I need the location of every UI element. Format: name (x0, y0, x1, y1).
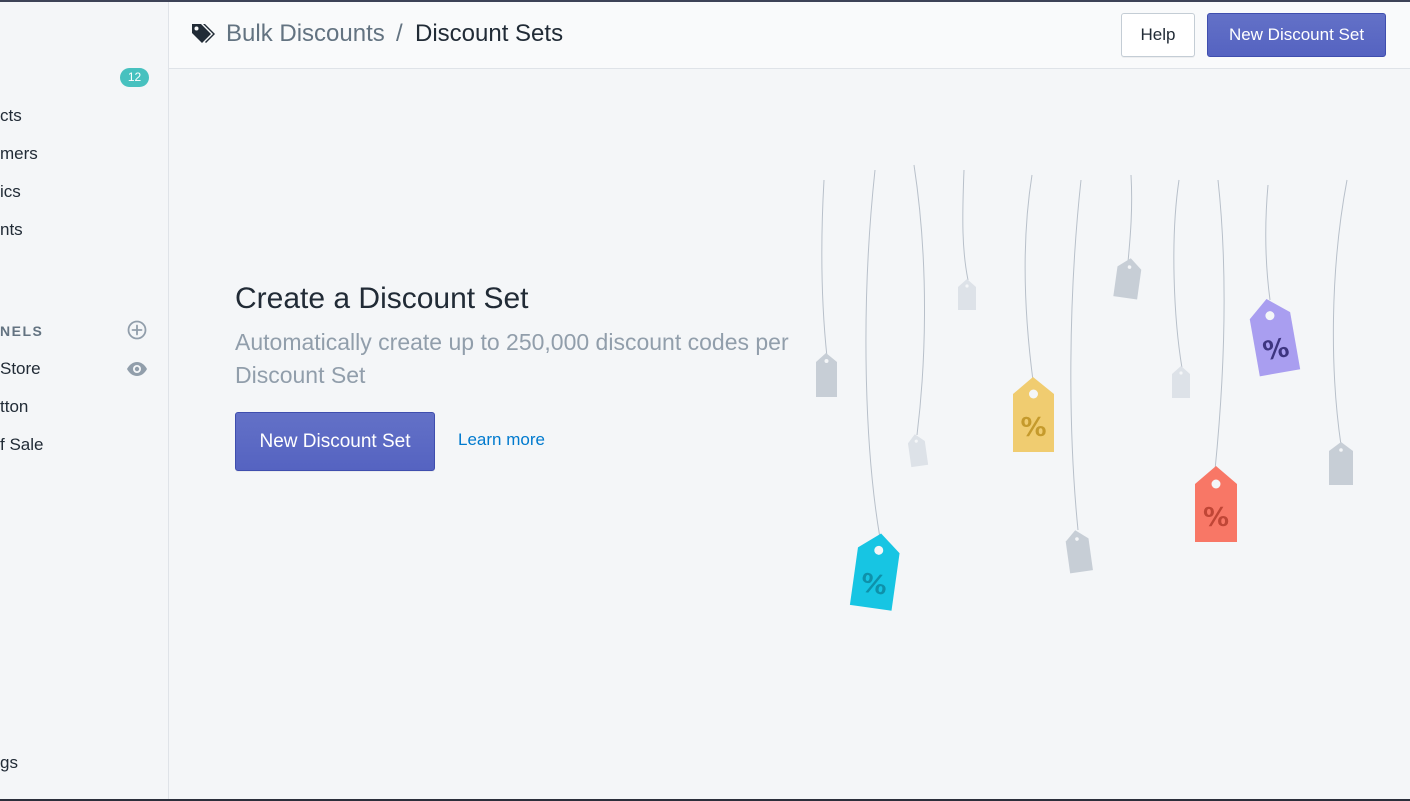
sidebar-item-products[interactable]: cts (0, 106, 22, 126)
gray-tag (1172, 366, 1190, 398)
help-button[interactable]: Help (1121, 13, 1195, 57)
learn-more-link[interactable]: Learn more (458, 430, 545, 450)
sidebar-item-online-store[interactable]: Store (0, 359, 41, 379)
notification-badge: 12 (120, 68, 149, 87)
svg-text:%: % (859, 568, 889, 601)
empty-state-title: Create a Discount Set (235, 282, 529, 315)
eye-icon[interactable] (126, 358, 148, 380)
svg-text:%: % (1203, 503, 1229, 533)
page-header: Bulk Discounts / Discount Sets Help New … (169, 2, 1410, 69)
svg-text:%: % (1020, 413, 1046, 443)
page-title: Discount Sets (415, 20, 564, 47)
new-discount-set-button[interactable]: New Discount Set (1207, 13, 1386, 57)
gray-tag (1113, 258, 1142, 300)
cyan-discount-tag: % (849, 533, 900, 611)
breadcrumb-separator: / (396, 20, 403, 47)
gray-tag (816, 353, 837, 397)
tags-icon (190, 22, 216, 46)
gray-tag (958, 279, 976, 310)
yellow-discount-tag: % (1013, 377, 1054, 452)
gray-tag (907, 434, 929, 468)
sidebar-section-channels: NELS (0, 323, 44, 339)
sidebar-item-discounts[interactable]: nts (0, 220, 23, 240)
empty-state-description: Automatically create up to 250,000 disco… (235, 329, 789, 388)
gray-tag (1065, 530, 1093, 574)
add-channel-icon[interactable] (126, 319, 148, 341)
sidebar-item-point-of-sale[interactable]: f Sale (0, 435, 43, 455)
sidebar-item-buy-button[interactable]: tton (0, 397, 28, 417)
empty-state-new-discount-set-button[interactable]: New Discount Set (235, 412, 435, 471)
sidebar: 12 cts mers ics nts NELS Store tton f Sa… (0, 2, 169, 799)
hanging-tags-illustration: % % % % (816, 164, 1353, 611)
sidebar-item-customers[interactable]: mers (0, 144, 38, 164)
purple-discount-tag: % (1249, 299, 1301, 377)
sidebar-item-settings[interactable]: gs (0, 753, 18, 773)
sidebar-item-analytics[interactable]: ics (0, 182, 21, 202)
svg-text:%: % (1261, 333, 1292, 367)
breadcrumb-parent[interactable]: Bulk Discounts (226, 20, 385, 48)
red-discount-tag: % (1195, 466, 1237, 542)
gray-tag (1329, 442, 1353, 485)
